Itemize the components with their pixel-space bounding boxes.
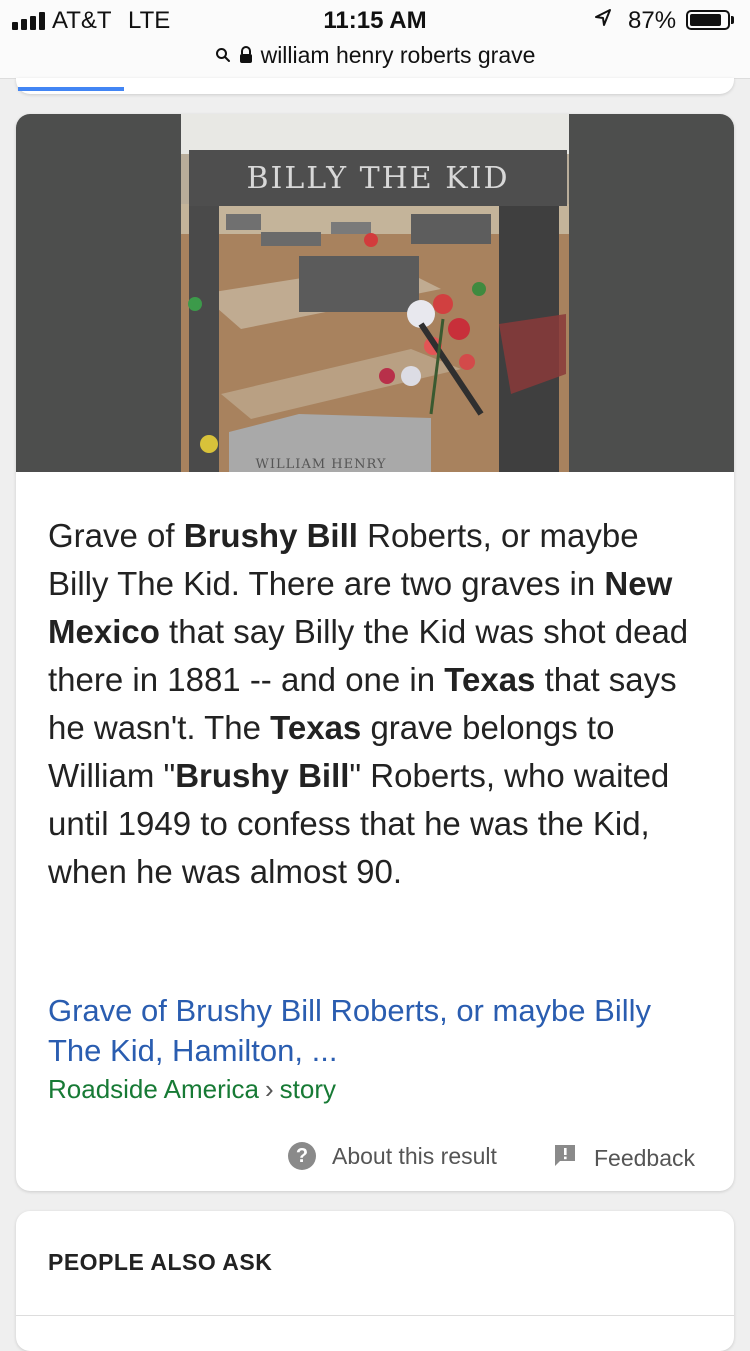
featured-result-card: BILLY THE KID WILLIAM HENRY Grave of Bru… [16,114,734,1191]
snippet-bold-text: Brushy Bill [175,757,350,794]
snippet-bold-text: Texas [444,661,536,698]
address-bar[interactable]: william henry roberts grave [0,40,750,79]
divider [16,1315,734,1316]
about-this-result-button[interactable]: ? About this result [288,1142,497,1170]
people-also-ask-card: PEOPLE ALSO ASK [16,1211,734,1351]
result-title-link[interactable]: Grave of Brushy Bill Roberts, or maybe B… [48,991,708,1071]
battery-tip [731,16,734,24]
battery-percent: 87% [628,7,677,34]
result-image[interactable]: BILLY THE KID WILLIAM HENRY [16,114,734,472]
stone-inscription: WILLIAM HENRY [256,457,387,472]
snippet-bold-text: Texas [270,709,362,746]
breadcrumb-separator: › [265,1074,274,1104]
status-bar: AT&T LTE 11:15 AM 87% [0,0,750,40]
result-meta-row: ? About this result Feedback [16,1142,734,1176]
arch-inscription: BILLY THE KID [246,161,509,196]
snippet-text: Grave of [48,517,184,554]
result-snippet: Grave of Brushy Bill Roberts, or maybe B… [48,512,708,896]
location-arrow-icon [594,8,612,34]
feedback-icon [552,1142,578,1174]
previous-card [16,78,734,94]
battery-icon [686,10,730,30]
grave-photo: BILLY THE KID WILLIAM HENRY [181,114,569,472]
battery-level-fill [690,14,721,26]
about-label: About this result [332,1142,497,1169]
result-source[interactable]: Roadside America › story [48,1074,336,1105]
snippet-bold-text: Brushy Bill [183,517,358,554]
source-path: story [279,1074,337,1104]
feedback-label: Feedback [594,1144,696,1171]
lock-icon [239,46,253,64]
people-also-ask-title: PEOPLE ALSO ASK [48,1249,273,1275]
source-site: Roadside America [48,1074,259,1104]
search-icon [215,47,231,63]
active-tab-indicator [18,87,124,91]
help-circle-icon: ? [288,1142,316,1170]
url-query-text: william henry roberts grave [260,41,536,68]
feedback-button[interactable]: Feedback [552,1142,695,1174]
